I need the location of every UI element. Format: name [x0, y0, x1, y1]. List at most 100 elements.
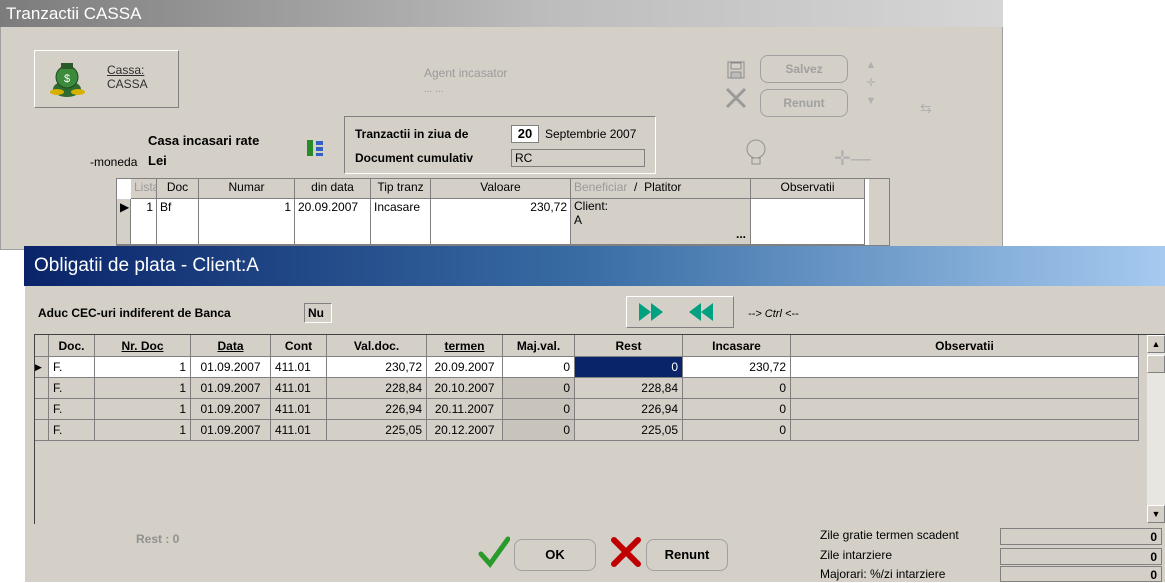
cancel-x-icon — [610, 536, 642, 568]
dialog-title: Obligatii de plata - Client:A — [24, 246, 1165, 286]
row1-rest[interactable]: 228,84 — [575, 378, 683, 399]
row0-doc[interactable]: F. — [49, 357, 95, 378]
row3-rest[interactable]: 225,05 — [575, 420, 683, 441]
row0-data[interactable]: 01.09.2007 — [191, 357, 271, 378]
agent-value: ... ... — [424, 84, 444, 95]
col-incasare[interactable]: Incasare — [683, 335, 791, 357]
row2-rest[interactable]: 226,94 — [575, 399, 683, 420]
scroll-up-icon[interactable]: ▲ — [1147, 335, 1165, 353]
row1-val[interactable]: 228,84 — [327, 378, 427, 399]
background-window-title: Tranzactii CASSA — [0, 0, 1003, 27]
zile-gratie-label: Zile gratie termen scadent — [820, 528, 959, 542]
row1-observatii[interactable] — [791, 378, 1139, 399]
document-label: Document cumulativ — [355, 151, 474, 165]
add-remove-icon[interactable]: ✛— — [834, 148, 884, 170]
cancel-button[interactable]: Renunt — [646, 539, 728, 571]
row3-cont[interactable]: 411.01 — [271, 420, 327, 441]
swap-arrows-icon[interactable]: ⇆ — [920, 100, 950, 116]
row3-val[interactable]: 225,05 — [327, 420, 427, 441]
bg-scrollbar[interactable] — [869, 179, 889, 245]
bg-cell-lista[interactable]: 1 — [131, 199, 157, 245]
row1-termen[interactable]: 20.10.2007 — [427, 378, 503, 399]
row0-cont[interactable]: 411.01 — [271, 357, 327, 378]
tree-icon[interactable] — [305, 138, 325, 158]
bg-cell-observatii[interactable] — [751, 199, 865, 245]
row3-nr[interactable]: 1 — [95, 420, 191, 441]
row2-indicator — [35, 399, 49, 420]
nav-arrows-icon[interactable]: ▲ ✛ ▼ — [864, 56, 878, 116]
row0-nr[interactable]: 1 — [95, 357, 191, 378]
scroll-thumb[interactable] — [1147, 355, 1165, 373]
row1-cont[interactable]: 411.01 — [271, 378, 327, 399]
bg-beneficiar-line2: A — [574, 213, 583, 227]
row3-observatii[interactable] — [791, 420, 1139, 441]
col-rest[interactable]: Rest — [575, 335, 683, 357]
row2-observatii[interactable] — [791, 399, 1139, 420]
rest-total: Rest : 0 — [136, 532, 180, 546]
grid-corner — [35, 335, 49, 357]
row0-maj[interactable]: 0 — [503, 357, 575, 378]
fast-forward-icon[interactable] — [637, 301, 667, 323]
col-observatii[interactable]: Observatii — [791, 335, 1139, 357]
row2-nr[interactable]: 1 — [95, 399, 191, 420]
svg-text:$: $ — [64, 73, 70, 85]
bg-cell-din-data[interactable]: 20.09.2007 — [295, 199, 371, 245]
row1-maj[interactable]: 0 — [503, 378, 575, 399]
row2-termen[interactable]: 20.11.2007 — [427, 399, 503, 420]
bg-col-doc: Doc — [157, 179, 199, 199]
row1-data[interactable]: 01.09.2007 — [191, 378, 271, 399]
row2-doc[interactable]: F. — [49, 399, 95, 420]
grid-scrollbar[interactable]: ▲ ▼ — [1147, 335, 1165, 523]
bg-row-indicator: ▶ — [117, 199, 131, 245]
cancel-button-bg[interactable]: Renunt — [760, 89, 848, 117]
row0-val[interactable]: 230,72 — [327, 357, 427, 378]
row2-maj[interactable]: 0 — [503, 399, 575, 420]
row3-maj[interactable]: 0 — [503, 420, 575, 441]
bg-col-valoare: Valoare — [431, 179, 571, 199]
row0-incasare[interactable]: 230,72 — [683, 357, 791, 378]
bg-cell-tip[interactable]: Incasare — [371, 199, 431, 245]
bg-cell-valoare[interactable]: 230,72 — [431, 199, 571, 245]
zile-intarziere-field[interactable]: 0 — [1000, 548, 1162, 565]
bg-cell-numar[interactable]: 1 — [199, 199, 295, 245]
aduc-field[interactable]: Nu — [304, 303, 332, 323]
row2-cont[interactable]: 411.01 — [271, 399, 327, 420]
row3-data[interactable]: 01.09.2007 — [191, 420, 271, 441]
row2-data[interactable]: 01.09.2007 — [191, 399, 271, 420]
tranzactii-label: Tranzactii in ziua de — [355, 127, 469, 141]
row2-val[interactable]: 226,94 — [327, 399, 427, 420]
col-nr-doc[interactable]: Nr. Doc — [95, 335, 191, 357]
bg-ellipsis-button[interactable]: ... — [736, 227, 746, 241]
col-maj-val[interactable]: Maj.val. — [503, 335, 575, 357]
scroll-down-icon[interactable]: ▼ — [1147, 505, 1165, 523]
col-doc[interactable]: Doc. — [49, 335, 95, 357]
row0-observatii[interactable] — [791, 357, 1139, 378]
bg-col-observatii: Observatii — [751, 179, 865, 199]
col-val-doc[interactable]: Val.doc. — [327, 335, 427, 357]
row1-nr[interactable]: 1 — [95, 378, 191, 399]
save-button[interactable]: Salvez — [760, 55, 848, 83]
cassa-panel: $ Cassa: CASSA — [34, 50, 179, 108]
rewind-icon[interactable] — [687, 301, 717, 323]
date-panel: Tranzactii in ziua de 20 Septembrie 2007… — [344, 116, 656, 174]
row3-termen[interactable]: 20.12.2007 — [427, 420, 503, 441]
row3-incasare[interactable]: 0 — [683, 420, 791, 441]
col-termen[interactable]: termen — [427, 335, 503, 357]
bg-col-lista: Lista — [131, 179, 157, 199]
row0-termen[interactable]: 20.09.2007 — [427, 357, 503, 378]
row1-doc[interactable]: F. — [49, 378, 95, 399]
zile-gratie-field[interactable]: 0 — [1000, 528, 1162, 545]
row0-rest[interactable]: 0 — [575, 357, 683, 378]
day-field[interactable]: 20 — [511, 125, 539, 143]
document-field[interactable]: RC — [511, 149, 645, 167]
col-data[interactable]: Data — [191, 335, 271, 357]
bg-cell-doc[interactable]: Bf — [157, 199, 199, 245]
bg-cell-beneficiar[interactable]: Client: A ... — [571, 199, 751, 245]
majorari-field[interactable]: 0 — [1000, 566, 1162, 582]
cassa-value: CASSA — [107, 77, 148, 91]
ok-button[interactable]: OK — [514, 539, 596, 571]
col-cont[interactable]: Cont — [271, 335, 327, 357]
row3-doc[interactable]: F. — [49, 420, 95, 441]
row2-incasare[interactable]: 0 — [683, 399, 791, 420]
row1-incasare[interactable]: 0 — [683, 378, 791, 399]
